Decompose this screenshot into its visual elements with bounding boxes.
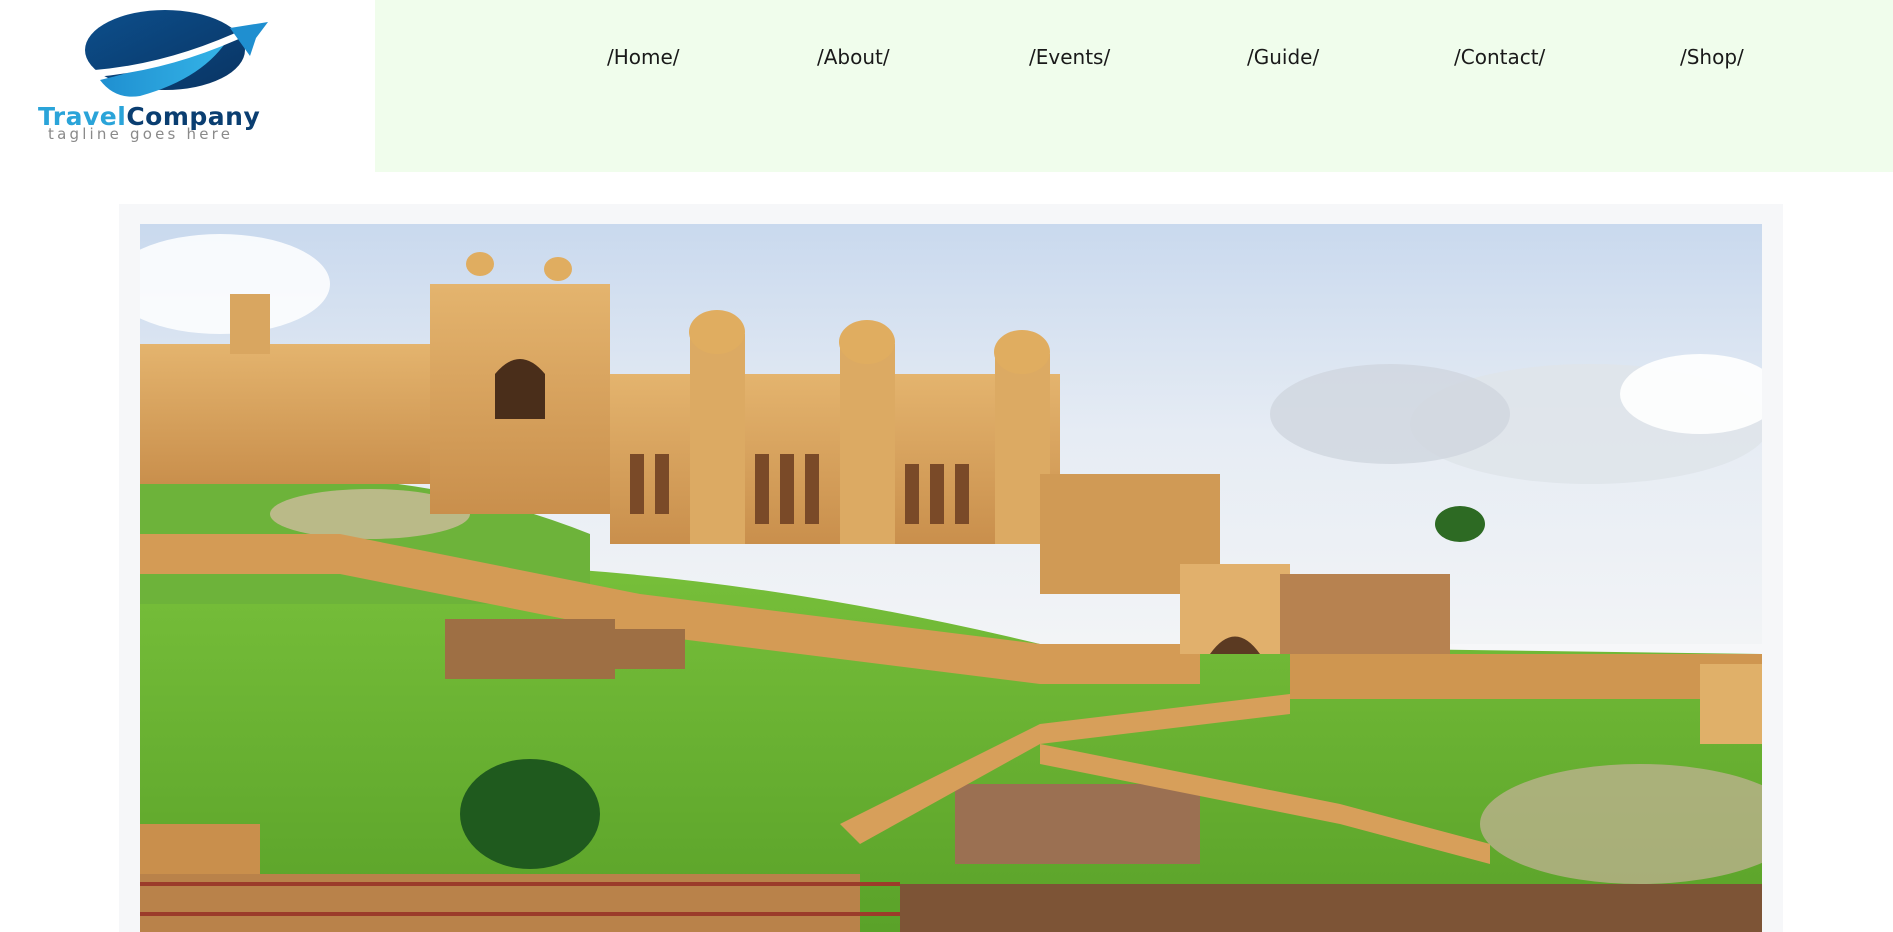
nav-item-home[interactable]: /Home/ xyxy=(607,45,680,69)
brand-tagline: tagline goes here xyxy=(48,125,234,143)
nav-item-events[interactable]: /Events/ xyxy=(1029,45,1110,69)
hero-image xyxy=(140,224,1762,932)
main-nav: /Home/ /About/ /Events/ /Guide/ /Contact… xyxy=(375,0,1893,172)
nav-item-shop[interactable]: /Shop/ xyxy=(1680,45,1744,69)
company-logo[interactable]: TravelCompany tagline goes here xyxy=(0,0,375,172)
nav-item-contact[interactable]: /Contact/ xyxy=(1454,45,1545,69)
nav-item-guide[interactable]: /Guide/ xyxy=(1247,45,1319,69)
airplane-globe-icon xyxy=(85,10,268,97)
nav-item-about[interactable]: /About/ xyxy=(817,45,890,69)
